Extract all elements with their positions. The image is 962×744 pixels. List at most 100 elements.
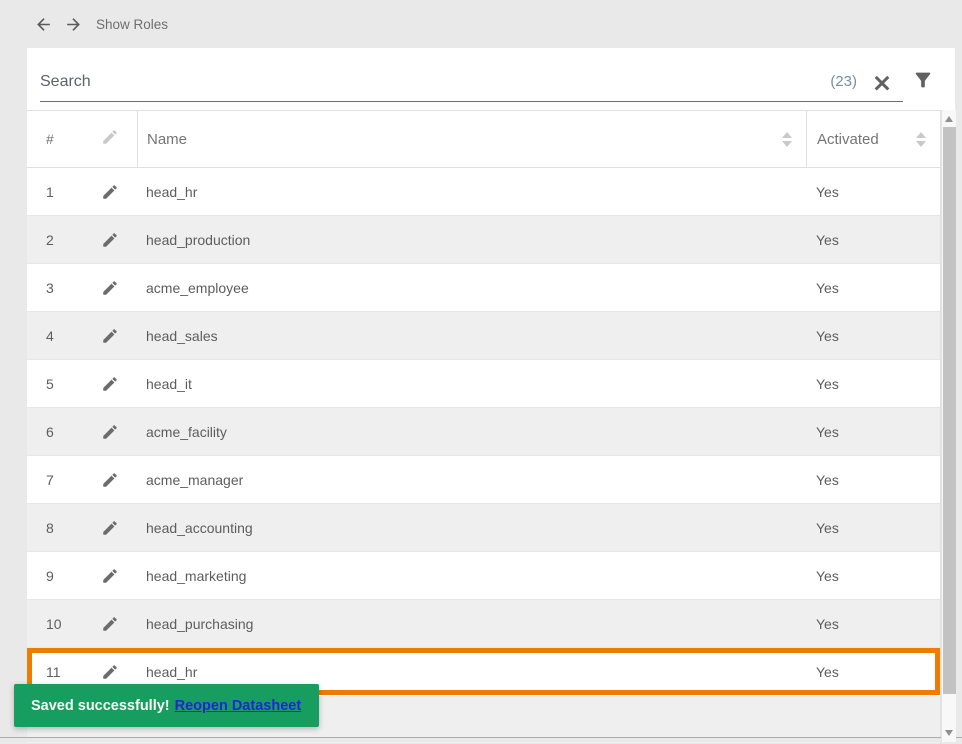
row-activated: Yes (816, 279, 839, 296)
edit-row-button[interactable] (97, 659, 123, 685)
row-index: 7 (46, 471, 54, 488)
toast-message: Saved successfully! (31, 697, 170, 714)
table-header-row: # Name Activated (27, 111, 940, 168)
row-name: head_accounting (146, 519, 253, 536)
scrollbar-thumb[interactable] (943, 127, 956, 694)
edit-row-button[interactable] (97, 227, 123, 253)
toast-notification: Saved successfully! Reopen Datasheet (14, 684, 320, 727)
header-activated-label: Activated (817, 130, 879, 148)
row-activated: Yes (816, 375, 839, 392)
row-name: head_it (146, 375, 192, 392)
row-activated: Yes (816, 663, 839, 680)
page: Show Roles (23) # (0, 0, 962, 744)
edit-row-button[interactable] (97, 419, 123, 445)
pencil-icon (102, 376, 117, 391)
table-row[interactable]: 2 head_production Yes (27, 216, 940, 264)
row-name: head_hr (146, 663, 198, 680)
close-icon (874, 75, 890, 91)
header-name[interactable]: Name (137, 111, 806, 167)
pencil-icon (102, 568, 117, 583)
row-index: 5 (46, 375, 54, 392)
scroll-down-icon[interactable] (945, 730, 953, 736)
table-row[interactable]: 5 head_it Yes (27, 360, 940, 408)
header-index-label: # (46, 131, 54, 147)
search-input[interactable] (40, 62, 831, 101)
row-activated: Yes (816, 183, 839, 200)
table-row[interactable]: 7 acme_manager Yes (27, 456, 940, 504)
row-name: head_sales (146, 327, 218, 344)
table-row[interactable]: 10 head_purchasing Yes (27, 600, 940, 648)
edit-row-button[interactable] (97, 323, 123, 349)
pencil-icon (102, 184, 117, 199)
page-title: Show Roles (96, 16, 169, 32)
edit-row-button[interactable] (97, 515, 123, 541)
edit-pencil-icon (101, 128, 119, 150)
edit-row-button[interactable] (97, 563, 123, 589)
edit-row-button[interactable] (97, 467, 123, 493)
pencil-icon (102, 472, 117, 487)
arrow-back-icon (36, 17, 50, 31)
row-index: 11 (46, 663, 61, 680)
header-index: # (27, 131, 82, 147)
row-activated: Yes (816, 423, 839, 440)
search-bar: (23) (40, 62, 903, 102)
row-activated: Yes (816, 471, 839, 488)
arrow-forward-icon (66, 17, 80, 31)
table-row[interactable]: 6 acme_facility Yes (27, 408, 940, 456)
row-activated: Yes (816, 327, 839, 344)
pencil-icon (102, 424, 117, 439)
filter-button[interactable] (911, 68, 935, 92)
edit-row-button[interactable] (97, 275, 123, 301)
table-row[interactable]: 1 head_hr Yes (27, 168, 940, 216)
vertical-scrollbar[interactable] (941, 110, 956, 742)
edit-row-button[interactable] (97, 611, 123, 637)
pencil-icon (102, 232, 117, 247)
row-name: acme_employee (146, 279, 249, 296)
header-activated[interactable]: Activated (806, 111, 940, 167)
pencil-icon (102, 520, 117, 535)
filter-icon (915, 72, 931, 88)
scroll-up-icon[interactable] (945, 116, 953, 122)
edit-row-button[interactable] (97, 371, 123, 397)
row-activated: Yes (816, 615, 839, 632)
row-activated: Yes (816, 567, 839, 584)
roles-table: # Name Activated 1 head_hr Yes 2 head_pr… (27, 110, 941, 744)
row-index: 8 (46, 519, 54, 536)
row-name: head_purchasing (146, 615, 254, 632)
header-edit (82, 128, 137, 150)
row-index: 6 (46, 423, 54, 440)
bottom-edge (0, 737, 962, 742)
reopen-datasheet-link[interactable]: Reopen Datasheet (175, 698, 302, 714)
back-button[interactable] (30, 11, 56, 37)
row-name: head_hr (146, 183, 198, 200)
pencil-icon (102, 616, 117, 631)
row-activated: Yes (816, 519, 839, 536)
edit-row-button[interactable] (97, 179, 123, 205)
row-index: 9 (46, 567, 54, 584)
row-name: head_production (146, 231, 251, 248)
content-panel: (23) # Name (27, 48, 955, 744)
sort-name-icon[interactable] (782, 131, 792, 147)
table-row[interactable]: 4 head_sales Yes (27, 312, 940, 360)
row-index: 10 (46, 615, 62, 632)
clear-search-button[interactable] (871, 71, 893, 93)
pencil-icon (102, 664, 117, 679)
row-activated: Yes (816, 231, 839, 248)
forward-button[interactable] (60, 11, 86, 37)
table-row[interactable]: 9 head_marketing Yes (27, 552, 940, 600)
table-row[interactable]: 3 acme_employee Yes (27, 264, 940, 312)
row-index: 1 (46, 183, 54, 200)
table-body: 1 head_hr Yes 2 head_production Yes 3 ac… (27, 168, 940, 744)
table-row[interactable]: 8 head_accounting Yes (27, 504, 940, 552)
pencil-icon (102, 328, 117, 343)
pencil-icon (102, 280, 117, 295)
row-name: acme_manager (146, 471, 244, 488)
result-count: (23) (830, 73, 857, 90)
row-index: 4 (46, 327, 54, 344)
row-name: acme_facility (146, 423, 227, 440)
row-index: 2 (46, 231, 54, 248)
topbar: Show Roles (0, 0, 962, 48)
row-index: 3 (46, 279, 54, 296)
sort-activated-icon[interactable] (916, 131, 926, 147)
header-name-label: Name (147, 130, 188, 148)
